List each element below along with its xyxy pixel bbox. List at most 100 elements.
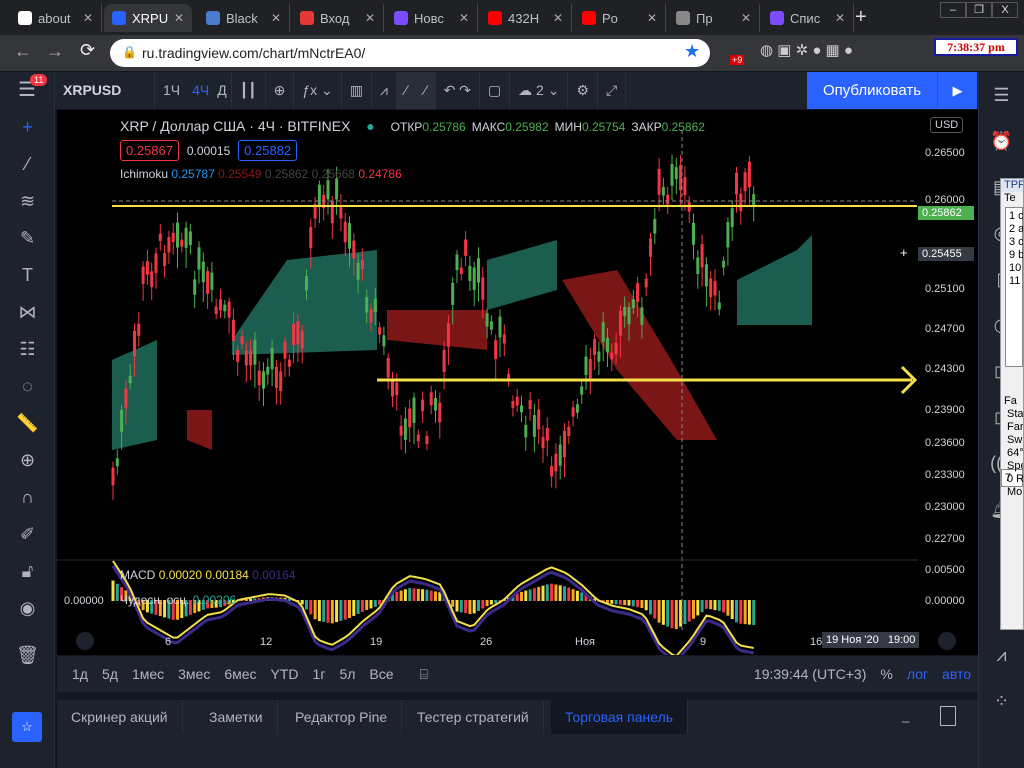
range-0[interactable]: 1д bbox=[65, 666, 95, 682]
browser-tab[interactable]: Po ✕ bbox=[574, 4, 666, 32]
zoom-icon[interactable]: ⊕ bbox=[0, 442, 55, 479]
dialog-list-item[interactable]: 3 c bbox=[1006, 236, 1023, 249]
browser-tab[interactable]: 432H ✕ bbox=[480, 4, 572, 32]
bookmark-star-icon[interactable]: ★ bbox=[684, 41, 700, 62]
browser-tab[interactable]: about ✕ bbox=[10, 4, 102, 32]
browser-tab[interactable]: XRPU ✕ bbox=[104, 4, 192, 32]
range-3[interactable]: 3мес bbox=[171, 666, 217, 682]
maximize-panel-icon[interactable] bbox=[940, 706, 956, 726]
range-5[interactable]: YTD bbox=[264, 666, 306, 682]
dom-icon[interactable]: ⁘ bbox=[979, 678, 1024, 724]
browser-tab[interactable]: Пр ✕ bbox=[668, 4, 760, 32]
ao-label[interactable]: Чудесн. осц. bbox=[120, 593, 189, 607]
browser-tab[interactable]: Вход ✕ bbox=[292, 4, 384, 32]
panel-tab[interactable]: Торговая панель bbox=[551, 700, 689, 734]
currency-button[interactable]: USD bbox=[930, 117, 964, 133]
external-dialog[interactable]: TPF Te 1 c2 a3 c9 b 10 11 Fa Sta Far Swi 64°… bbox=[1000, 178, 1024, 630]
range-1[interactable]: 5д bbox=[95, 666, 125, 682]
browser-tab[interactable]: Black ✕ bbox=[198, 4, 290, 32]
crosshair-icon[interactable]: + bbox=[0, 109, 55, 146]
minimize-panel-icon[interactable]: _ bbox=[902, 708, 909, 723]
trading-icon[interactable]: ⩘ bbox=[979, 632, 1024, 678]
compare-icon[interactable]: ⊕ bbox=[266, 72, 295, 109]
buy-price[interactable]: 0.25882 bbox=[238, 140, 298, 161]
time-zone[interactable]: 19:39:44 (UTC+3) bbox=[747, 666, 873, 682]
prediction-icon[interactable]: ☷ bbox=[0, 331, 55, 368]
browser-tab[interactable]: Новс ✕ bbox=[386, 4, 478, 32]
text-icon[interactable]: T bbox=[0, 257, 55, 294]
cloud-layout-icon[interactable]: ☁ 2 ⌄ bbox=[510, 72, 569, 109]
macd-label[interactable]: MACD bbox=[120, 568, 155, 582]
forward-icon[interactable]: → bbox=[46, 41, 64, 62]
magnet-icon[interactable]: ∩ bbox=[0, 479, 55, 516]
new-tab-button[interactable]: + bbox=[855, 6, 867, 29]
goto-date-icon[interactable]: ⌸ bbox=[413, 666, 435, 683]
fullscreen-icon[interactable]: ⤢ bbox=[598, 72, 627, 109]
reload-icon[interactable]: ⟳ bbox=[80, 40, 95, 61]
tab-close-icon[interactable]: ✕ bbox=[741, 11, 751, 25]
tab-close-icon[interactable]: ✕ bbox=[459, 11, 469, 25]
pattern-icon[interactable]: ⋈ bbox=[0, 294, 55, 331]
interval-4h[interactable]: 4Ч bbox=[188, 72, 213, 109]
line-tool-icon[interactable]: ⁄ bbox=[396, 72, 417, 109]
log-toggle[interactable]: лог bbox=[900, 666, 935, 682]
minimize-button[interactable]: – bbox=[940, 2, 966, 18]
ichimoku-label[interactable]: Ichimoku bbox=[120, 167, 168, 181]
shapes-icon[interactable]: ◌ bbox=[0, 368, 55, 405]
trendline-icon[interactable]: ⁄ bbox=[0, 146, 55, 183]
range-4[interactable]: 6мес bbox=[217, 666, 263, 682]
range-2[interactable]: 1мес bbox=[125, 666, 171, 682]
financials-icon[interactable]: ▥ bbox=[342, 72, 372, 109]
alerts-icon[interactable]: ⏰ bbox=[979, 118, 1024, 164]
unlock-icon[interactable]: 🔓︎ bbox=[0, 553, 55, 590]
auto-toggle[interactable]: авто bbox=[935, 666, 978, 682]
tab-close-icon[interactable]: ✕ bbox=[835, 11, 845, 25]
fib-icon[interactable]: ≋ bbox=[0, 183, 55, 220]
range-8[interactable]: Все bbox=[362, 666, 400, 682]
percent-toggle[interactable]: % bbox=[873, 666, 899, 682]
dialog-list-item[interactable]: 1 c bbox=[1006, 210, 1023, 223]
panel-tab[interactable]: Тестер стратегий bbox=[403, 700, 544, 734]
extension-icons[interactable]: ◍ ▣ ✲ ● ▦ ● bbox=[760, 41, 853, 59]
ruler-icon[interactable]: 📏 bbox=[0, 405, 55, 442]
indicators-icon[interactable]: ƒx ⌄ bbox=[294, 72, 342, 109]
interval-1h[interactable]: 1Ч bbox=[155, 72, 188, 109]
eye-icon[interactable]: ◉ bbox=[0, 590, 55, 627]
watchlist-icon[interactable]: ☰ bbox=[979, 72, 1024, 118]
panel-tab[interactable]: Заметки bbox=[195, 700, 278, 734]
candles-icon[interactable]: ┃┃ bbox=[232, 72, 266, 109]
browser-tab[interactable]: Спис ✕ bbox=[762, 4, 854, 32]
tab-close-icon[interactable]: ✕ bbox=[365, 11, 375, 25]
restore-button[interactable]: ❐ bbox=[966, 2, 992, 18]
tab-close-icon[interactable]: ✕ bbox=[553, 11, 563, 25]
ray-tool-icon[interactable]: ⁄ bbox=[416, 72, 436, 109]
symbol-search[interactable]: XRPUSD bbox=[55, 72, 155, 109]
tab-close-icon[interactable]: ✕ bbox=[647, 11, 657, 25]
interval-day[interactable]: Д bbox=[213, 72, 232, 109]
back-icon[interactable]: ← bbox=[14, 41, 32, 62]
range-7[interactable]: 5л bbox=[332, 666, 362, 682]
tab-close-icon[interactable]: ✕ bbox=[83, 11, 93, 25]
dialog-list-item[interactable]: 10 bbox=[1006, 262, 1022, 275]
brush-icon[interactable]: ✎ bbox=[0, 220, 55, 257]
dialog-list-item[interactable]: 2 a bbox=[1006, 223, 1023, 236]
favorites-star-icon[interactable]: ☆ bbox=[12, 712, 42, 742]
layout-icon[interactable]: ▢ bbox=[480, 72, 511, 109]
lock-drawings-icon[interactable]: ✐ bbox=[0, 516, 55, 553]
panel-tab[interactable]: Скринер акций bbox=[57, 700, 183, 734]
dialog-list-item[interactable]: 9 b bbox=[1006, 249, 1023, 262]
trash-icon[interactable]: 🗑︎ bbox=[0, 637, 55, 674]
add-alert-plus-icon[interactable]: + bbox=[900, 245, 908, 260]
sell-price[interactable]: 0.25867 bbox=[120, 140, 179, 161]
templates-icon[interactable]: ⩘ bbox=[372, 72, 397, 109]
publish-button[interactable]: Опубликовать bbox=[807, 72, 937, 109]
undo-redo-icon[interactable]: ↶ ↷ bbox=[436, 72, 480, 109]
replay-button[interactable]: ▶ bbox=[937, 72, 977, 109]
url-input[interactable]: ru.tradingview.com/chart/mNctrEA0/ bbox=[110, 39, 710, 67]
close-window-button[interactable]: X bbox=[992, 2, 1018, 18]
panel-tab[interactable]: Редактор Pine bbox=[281, 700, 403, 734]
tab-close-icon[interactable]: ✕ bbox=[271, 11, 281, 25]
range-6[interactable]: 1г bbox=[306, 666, 333, 682]
settings-icon[interactable]: ⚙ bbox=[568, 72, 599, 109]
dialog-list-item[interactable]: 11 bbox=[1006, 275, 1022, 288]
